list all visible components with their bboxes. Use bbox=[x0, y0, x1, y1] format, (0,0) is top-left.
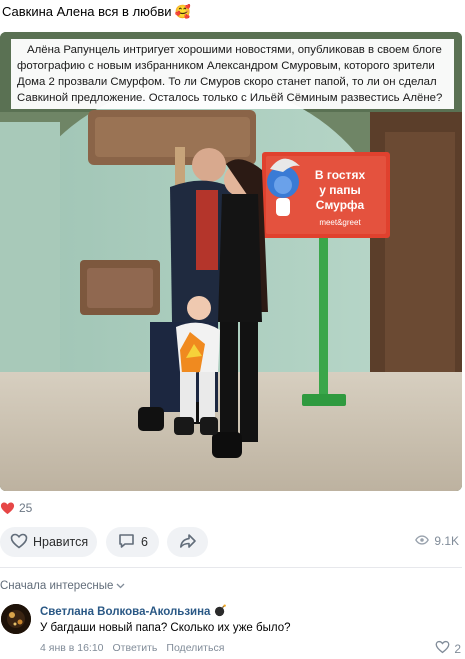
comment-icon bbox=[118, 533, 135, 552]
post-header: Савкина Алена вся в любви 🥰 bbox=[2, 3, 462, 21]
comment-item: Светлана Волкова-Акользина У багдаши нов… bbox=[0, 602, 465, 659]
like-outline-icon bbox=[435, 640, 450, 657]
photo-caption: Алёна Рапунцель интригует хорошими новос… bbox=[11, 39, 454, 109]
sign-line-2: у папы bbox=[319, 183, 360, 197]
comments-sort[interactable]: Сначала интересные bbox=[0, 580, 125, 592]
eye-icon bbox=[415, 534, 430, 548]
likes-summary[interactable]: 25 bbox=[0, 500, 32, 516]
comment-author[interactable]: Светлана Волкова-Акользина bbox=[40, 604, 227, 620]
comment-text: У багдаши новый папа? Сколько их уже был… bbox=[40, 622, 291, 634]
reply-link[interactable]: Ответить bbox=[113, 642, 158, 654]
like-button[interactable]: Нравится bbox=[0, 527, 97, 557]
comment-likes-count: 2 bbox=[454, 641, 461, 656]
like-button-label: Нравится bbox=[33, 535, 89, 549]
divider bbox=[0, 567, 462, 568]
chevron-down-icon bbox=[116, 580, 125, 592]
post-actions: Нравится 6 9.1K bbox=[0, 527, 462, 557]
comments-count: 6 bbox=[141, 535, 148, 549]
like-outline-icon bbox=[10, 533, 28, 552]
post-header-text: Савкина Алена вся в любви bbox=[2, 4, 172, 19]
likes-count: 25 bbox=[19, 501, 33, 515]
views-counter: 9.1K bbox=[415, 534, 459, 548]
share-comment-link[interactable]: Поделиться bbox=[166, 642, 224, 654]
sign-line-4: meet&greet bbox=[319, 218, 361, 227]
bomb-icon bbox=[214, 604, 227, 620]
share-icon bbox=[179, 533, 197, 552]
sort-label: Сначала интересные bbox=[0, 580, 114, 592]
sign-line-3: Смурфа bbox=[316, 198, 365, 212]
share-button[interactable] bbox=[167, 527, 208, 557]
post-header-emoji: 🥰 bbox=[174, 4, 191, 19]
comment-like-button[interactable]: 2 bbox=[435, 640, 461, 657]
comment-author-name: Светлана Волкова-Акользина bbox=[40, 606, 211, 618]
comments-button[interactable]: 6 bbox=[106, 527, 159, 557]
avatar[interactable] bbox=[1, 604, 31, 634]
views-count: 9.1K bbox=[434, 534, 459, 548]
comment-meta: 4 янв в 16:10 Ответить Поделиться bbox=[40, 642, 224, 654]
heart-icon bbox=[0, 501, 15, 516]
comment-date[interactable]: 4 янв в 16:10 bbox=[40, 642, 104, 654]
sign-line-1: В гостях bbox=[315, 168, 366, 182]
